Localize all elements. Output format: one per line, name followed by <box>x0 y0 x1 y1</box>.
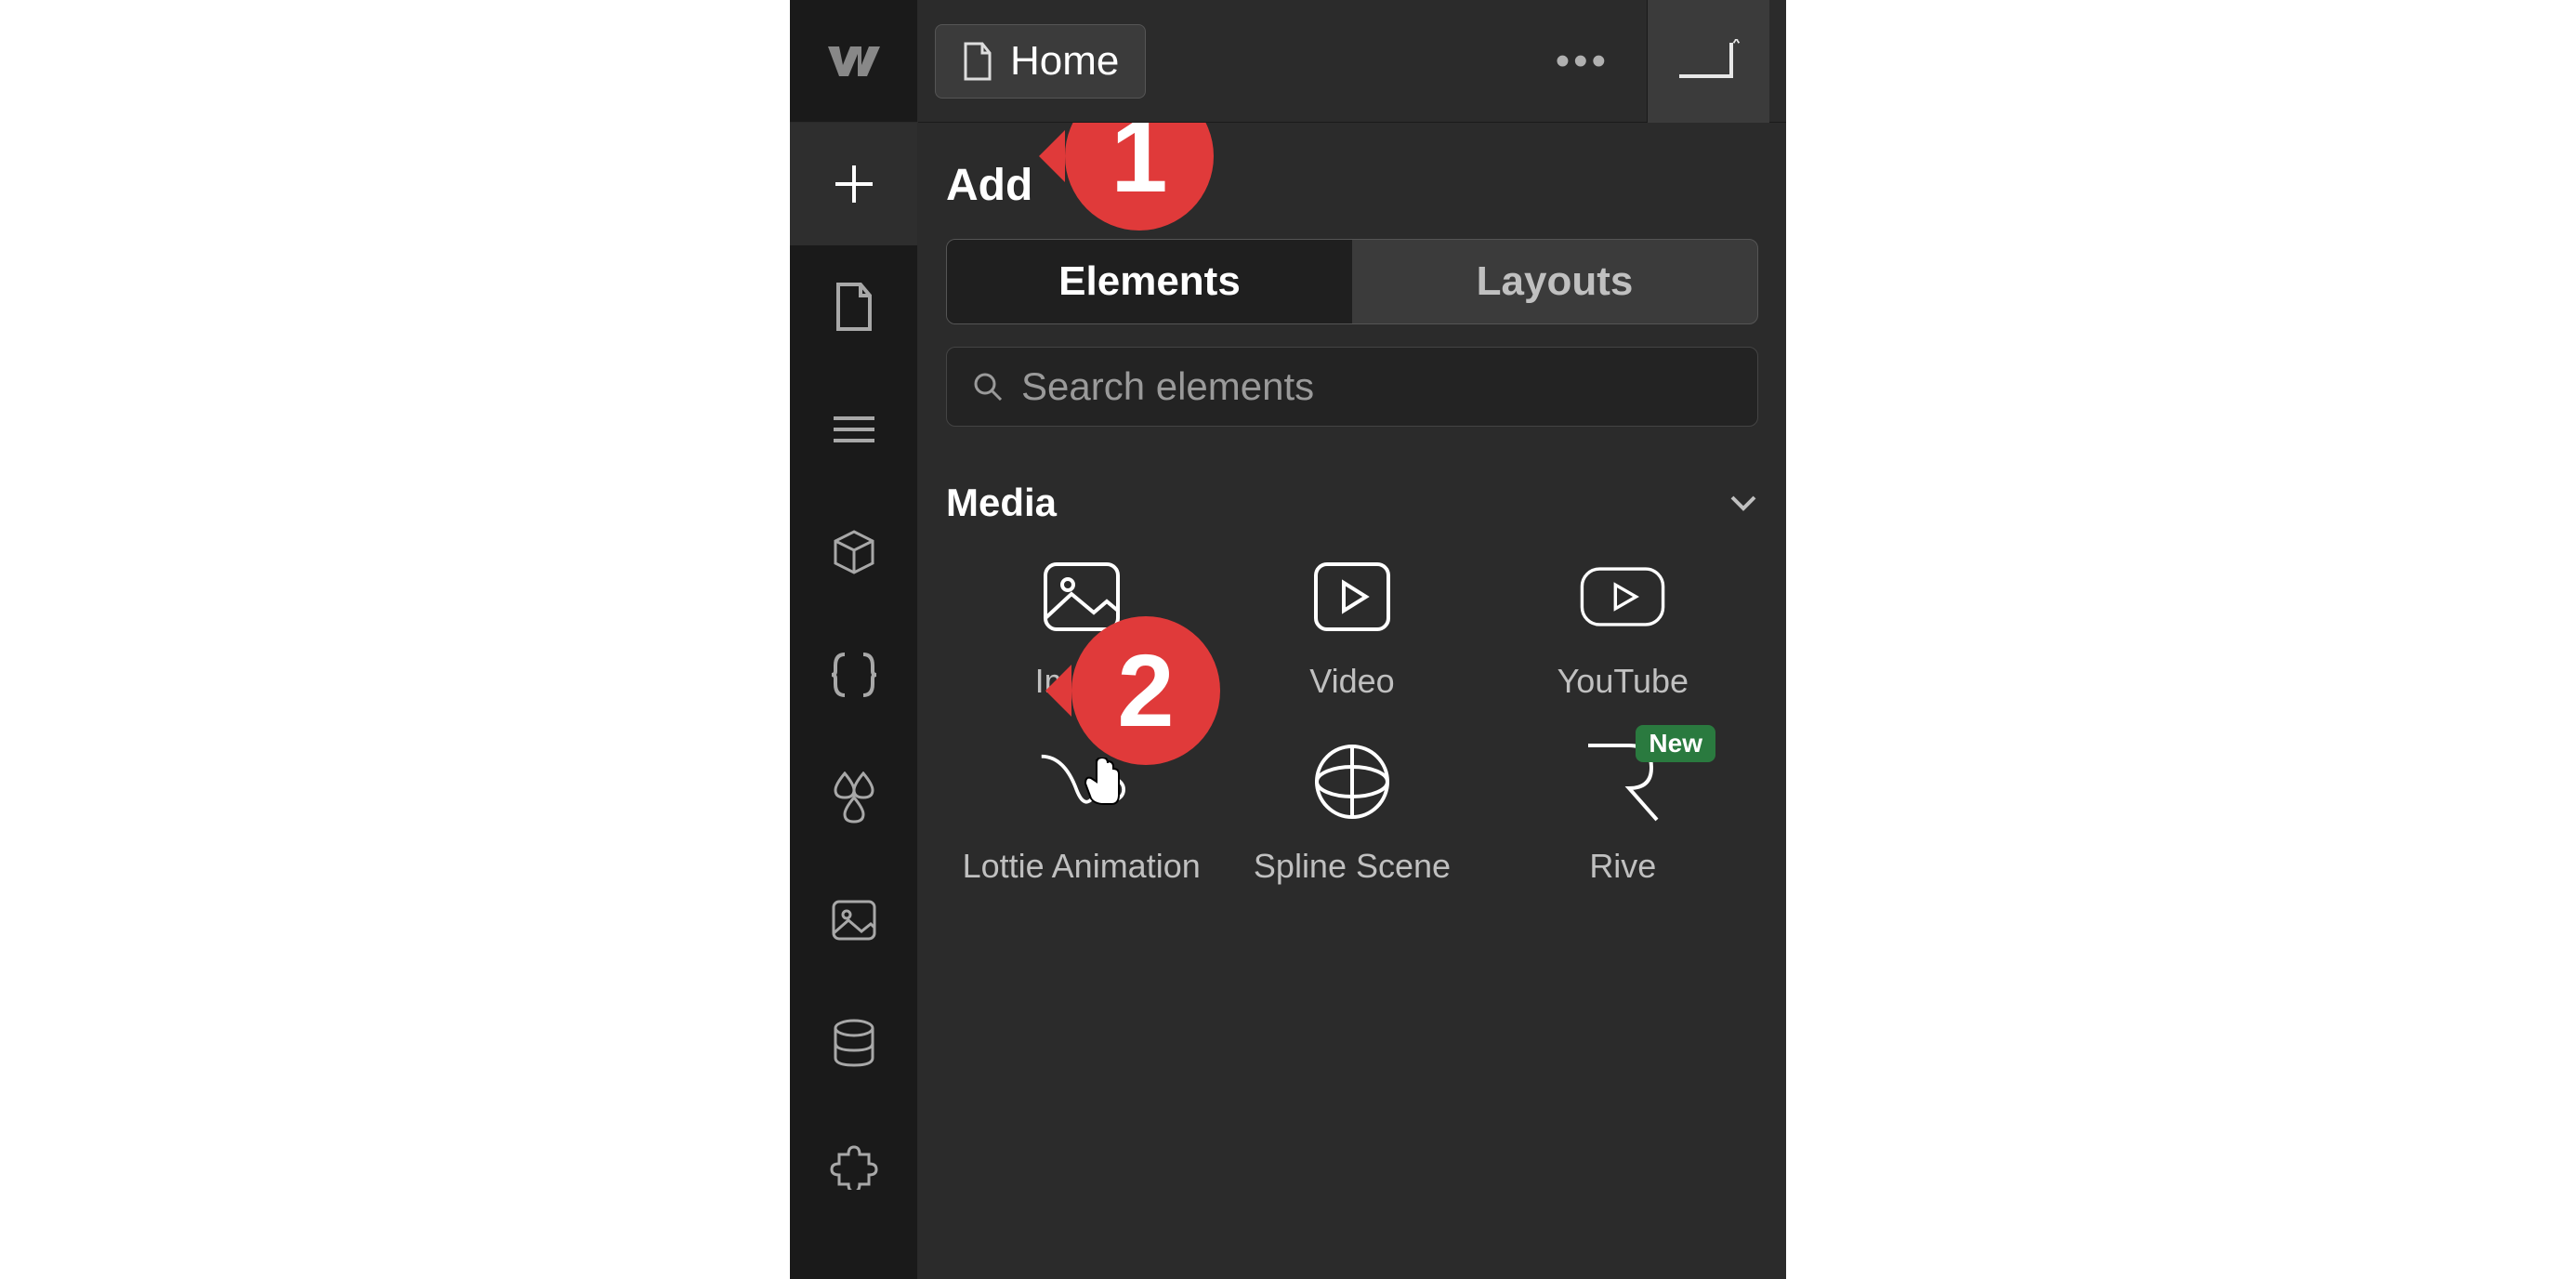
search-input[interactable] <box>1021 364 1731 409</box>
element-video[interactable]: Video <box>1216 553 1487 701</box>
youtube-element-icon <box>1579 553 1666 640</box>
webflow-logo[interactable] <box>790 0 917 123</box>
spline-element-icon <box>1308 738 1396 825</box>
video-element-icon <box>1308 553 1396 640</box>
tutorial-callout-1: 1 <box>1065 123 1214 231</box>
navigator-icon <box>830 411 878 448</box>
element-spline[interactable]: Spline Scene <box>1216 738 1487 886</box>
page-icon <box>833 281 875 333</box>
element-label: Spline Scene <box>1254 846 1451 886</box>
navigator-button[interactable] <box>790 368 917 491</box>
top-bar: Home ••• * <box>918 0 1786 123</box>
puzzle-icon <box>830 1141 878 1190</box>
variables-icon <box>832 651 876 699</box>
element-label: Video <box>1309 661 1394 701</box>
more-menu-button[interactable]: ••• <box>1537 38 1628 85</box>
styles-button[interactable] <box>790 736 917 859</box>
assets-button[interactable] <box>790 859 917 982</box>
cursor-pointer-icon <box>1082 758 1123 811</box>
variables-button[interactable] <box>790 613 917 736</box>
element-youtube[interactable]: YouTube <box>1488 553 1758 701</box>
page-selector[interactable]: Home <box>935 24 1146 99</box>
section-title: Media <box>946 481 1057 525</box>
tab-layouts[interactable]: Layouts <box>1352 240 1757 323</box>
element-label: YouTube <box>1557 661 1689 701</box>
search-icon <box>973 372 1003 402</box>
pages-button[interactable] <box>790 245 917 368</box>
cms-button[interactable] <box>790 982 917 1104</box>
editor-frame: Home ••• * Add 1 Elements Layouts Media <box>790 0 1786 1279</box>
svg-text:*: * <box>1731 39 1741 58</box>
tab-elements[interactable]: Elements <box>947 240 1352 323</box>
apps-button[interactable] <box>790 1104 917 1227</box>
element-rive[interactable]: New Rive <box>1488 738 1758 886</box>
element-label: Lottie Animation <box>963 846 1201 886</box>
element-label: Rive <box>1589 846 1656 886</box>
image-icon <box>830 898 878 943</box>
media-elements-grid: 2 Image Video YouTube <box>946 553 1758 886</box>
left-rail <box>790 0 918 1279</box>
new-badge: New <box>1636 725 1715 762</box>
tutorial-callout-2: 2 <box>1071 616 1220 765</box>
breakpoint-button[interactable]: * <box>1647 0 1769 123</box>
desktop-icon: * <box>1676 39 1742 84</box>
cube-icon <box>830 528 878 576</box>
add-panel: Add 1 Elements Layouts Media 2 Image <box>918 123 1786 1279</box>
search-container <box>946 347 1758 427</box>
add-elements-button[interactable] <box>790 123 917 245</box>
page-name: Home <box>1010 38 1119 85</box>
page-icon <box>962 42 993 81</box>
webflow-logo-icon <box>826 43 882 80</box>
database-icon <box>832 1019 876 1067</box>
droplets-icon <box>832 771 876 824</box>
section-header-media[interactable]: Media <box>946 481 1758 525</box>
plus-icon <box>830 160 878 208</box>
components-button[interactable] <box>790 491 917 613</box>
add-tabs: Elements Layouts <box>946 239 1758 324</box>
chevron-down-icon <box>1728 494 1758 512</box>
